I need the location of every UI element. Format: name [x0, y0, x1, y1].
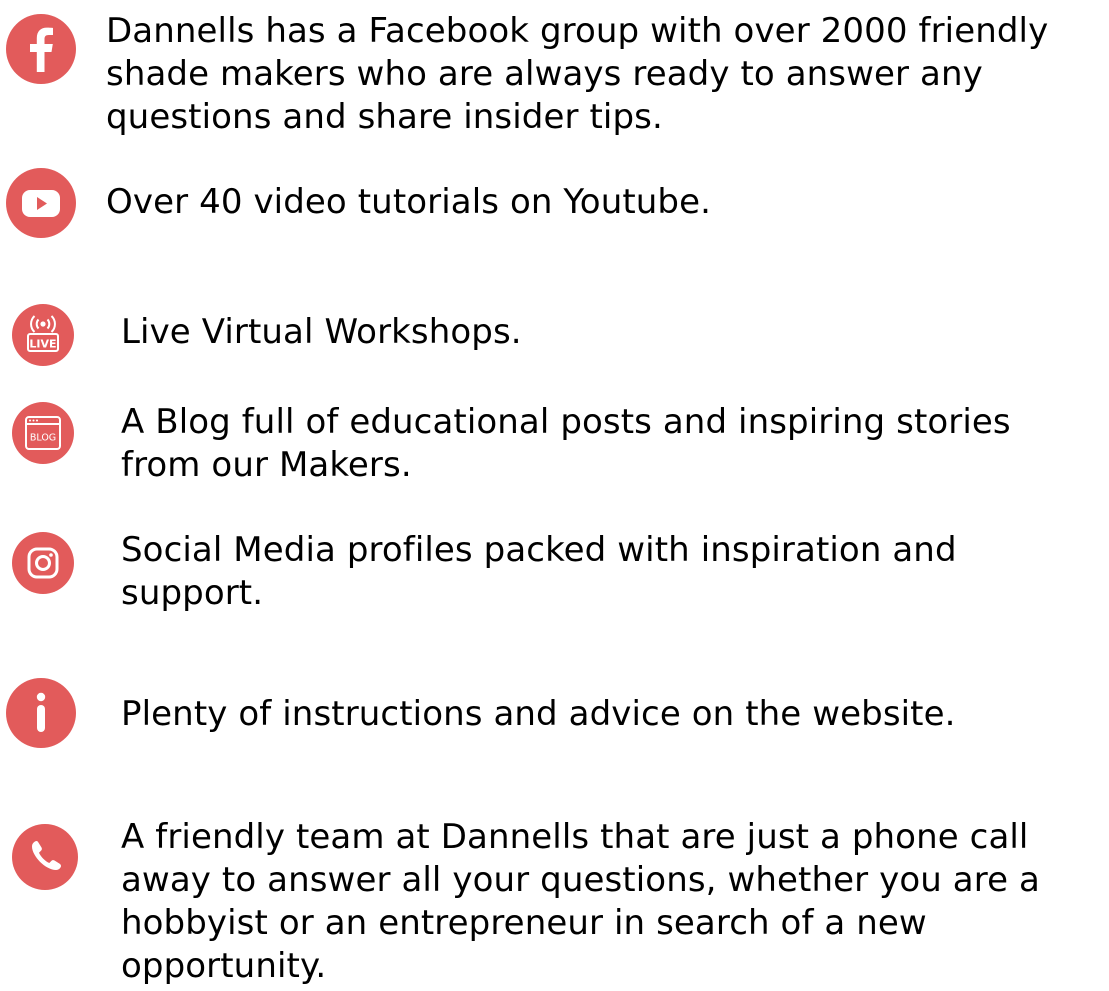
list-item-text: A Blog full of educational posts and ins… [121, 402, 1011, 485]
facebook-icon [6, 14, 76, 84]
list-item-text: Dannells has a Facebook group with over … [106, 11, 1049, 137]
svg-text:BLOG: BLOG [30, 433, 56, 444]
list-item-text: Live Virtual Workshops. [121, 312, 522, 352]
list-item-text: A friendly team at Dannells that are jus… [121, 817, 1040, 986]
list-item-text: Social Media profiles packed with inspir… [121, 530, 957, 613]
list-item-text: Over 40 video tutorials on Youtube. [106, 182, 712, 222]
info-icon [6, 678, 76, 748]
youtube-icon [6, 168, 76, 238]
live-icon: LIVE [12, 304, 74, 366]
list-item-text: Plenty of instructions and advice on the… [121, 694, 956, 734]
phone-icon [12, 824, 78, 890]
blog-icon: BLOG [12, 402, 74, 464]
instagram-icon [12, 532, 74, 594]
svg-text:LIVE: LIVE [29, 338, 56, 351]
